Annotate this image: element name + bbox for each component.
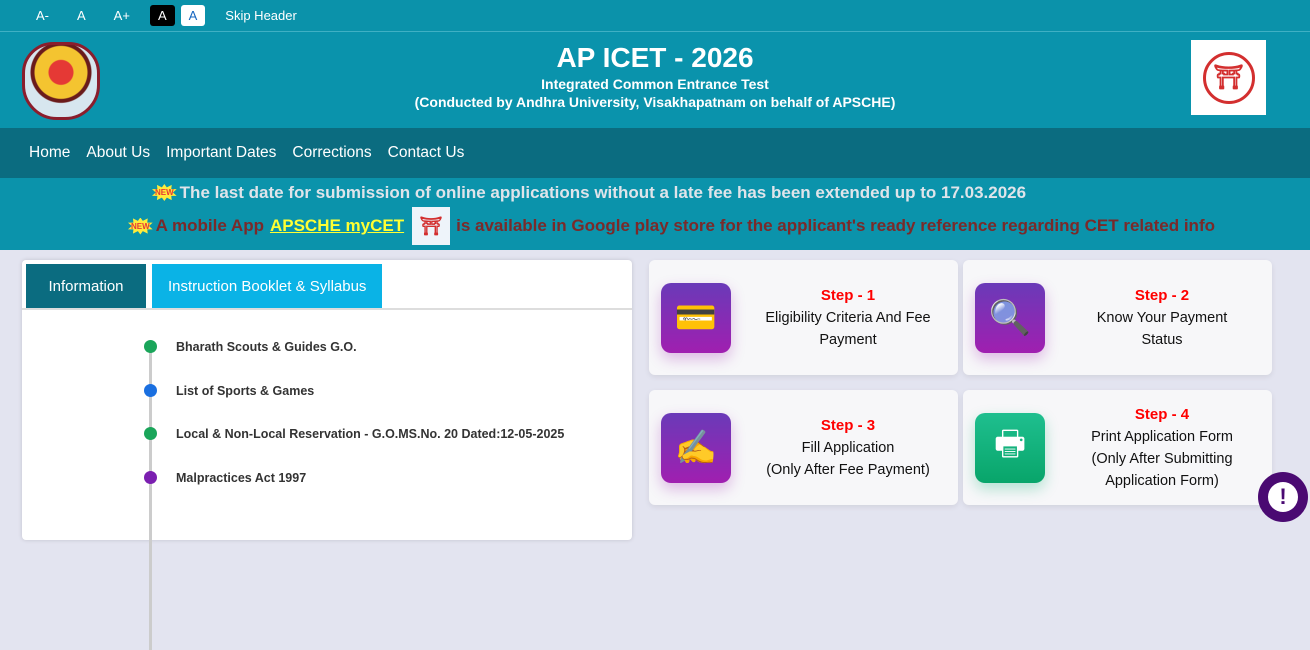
notice-app-suffix: is available in Google play store for th… — [456, 216, 1215, 235]
page-title: AP ICET - 2026 — [556, 42, 754, 73]
main-nav: Home About Us Important Dates Correction… — [0, 128, 1310, 178]
bullet-dot-icon — [144, 470, 157, 484]
step-label: Step - 4 — [1134, 405, 1190, 423]
list-item[interactable]: List of Sports & Games — [144, 383, 632, 428]
bullet-dot-icon — [144, 383, 157, 397]
mycet-app-icon[interactable]: ⛩ — [412, 207, 451, 245]
apsche-logo: ⛩ — [1191, 40, 1266, 115]
step-label: Step - 1 — [820, 286, 876, 304]
step-text: (Only After Fee Payment) — [766, 461, 930, 478]
notice-marquee: NEW The last date for submission of onlin… — [0, 178, 1310, 250]
list-item[interactable]: Bharath Scouts & Guides G.O. — [144, 340, 632, 384]
dark-contrast-button[interactable]: A — [149, 5, 175, 26]
nav-home[interactable]: Home — [29, 144, 70, 162]
information-panel: Information Instruction Booklet & Syllab… — [22, 260, 632, 650]
edit-search-icon: 🔍 — [975, 283, 1045, 353]
list-item-label[interactable]: List of Sports & Games — [176, 384, 314, 398]
bullet-dot-icon — [144, 340, 157, 353]
andhra-university-logo — [22, 42, 100, 120]
step-text: Print Application Form — [1091, 428, 1233, 445]
page-subtitle: Integrated Common Entrance Test — [541, 76, 769, 92]
nav-contact-us[interactable]: Contact Us — [388, 144, 465, 162]
list-item[interactable]: Local & Non-Local Reservation - G.O.MS.N… — [144, 427, 632, 471]
step-label: Step - 3 — [820, 416, 876, 434]
tab-information[interactable]: Information — [26, 264, 146, 308]
skip-header-link[interactable]: Skip Header — [217, 5, 305, 26]
site-header: AP ICET - 2026 Integrated Common Entranc… — [0, 32, 1310, 128]
exclamation-icon: ! — [1268, 482, 1298, 512]
tab-instruction-booklet[interactable]: Instruction Booklet & Syllabus — [152, 264, 383, 308]
light-contrast-button[interactable]: A — [180, 5, 206, 26]
font-normal-button[interactable]: A — [69, 5, 94, 26]
step-text: Fill Application — [801, 439, 895, 456]
new-badge-icon: NEW — [152, 184, 177, 201]
accessibility-bar: A- A A+ A A Skip Header — [0, 0, 1310, 32]
nav-about-us[interactable]: About Us — [86, 144, 150, 162]
list-item-label[interactable]: Malpractices Act 1997 — [176, 471, 306, 485]
bullet-dot-icon — [144, 427, 157, 440]
payment-card-icon: 💳 — [661, 283, 731, 353]
list-item-label[interactable]: Local & Non-Local Reservation - G.O.MS.N… — [176, 427, 564, 441]
step-text: (Only After Submitting — [1091, 450, 1233, 467]
step-2-payment-status-card[interactable]: 🔍 Step - 2 Know Your Payment Status — [963, 260, 1272, 375]
nav-important-dates[interactable]: Important Dates — [166, 144, 276, 162]
apsche-mycet-link[interactable]: APSCHE myCET — [270, 216, 404, 236]
step-text: Status — [1141, 331, 1183, 348]
nav-corrections[interactable]: Corrections — [292, 144, 371, 162]
info-timeline: Bharath Scouts & Guides G.O. List of Spo… — [144, 340, 632, 650]
step-text: Know Your Payment — [1096, 309, 1228, 326]
step-text: Application Form) — [1105, 472, 1219, 489]
font-increase-button[interactable]: A+ — [106, 5, 138, 26]
step-label: Step - 2 — [1134, 286, 1190, 304]
notice-last-date: The last date for submission of online a… — [179, 182, 1027, 202]
step-text: Payment — [819, 331, 877, 348]
step-text: Eligibility Criteria And Fee — [765, 309, 931, 326]
help-button[interactable]: ! — [1258, 472, 1308, 522]
font-decrease-button[interactable]: A- — [28, 5, 57, 26]
step-1-eligibility-card[interactable]: 💳 Step - 1 Eligibility Criteria And Fee Pa… — [649, 260, 958, 375]
new-badge-icon: NEW — [128, 217, 153, 235]
printer-icon: 🖶 — [975, 413, 1045, 483]
step-4-print-form-card[interactable]: 🖶 Step - 4 Print Application Form (Only Af… — [963, 390, 1272, 505]
conducted-by: (Conducted by Andhra University, Visakha… — [414, 94, 896, 110]
list-item[interactable]: Malpractices Act 1997 — [144, 470, 632, 515]
student-writing-icon: ✍ — [661, 413, 731, 483]
notice-app-prefix: A mobile App — [155, 216, 264, 235]
step-3-fill-application-card[interactable]: ✍ Step - 3 Fill Application (Only After Fe… — [649, 390, 958, 505]
list-item-label[interactable]: Bharath Scouts & Guides G.O. — [176, 340, 357, 354]
